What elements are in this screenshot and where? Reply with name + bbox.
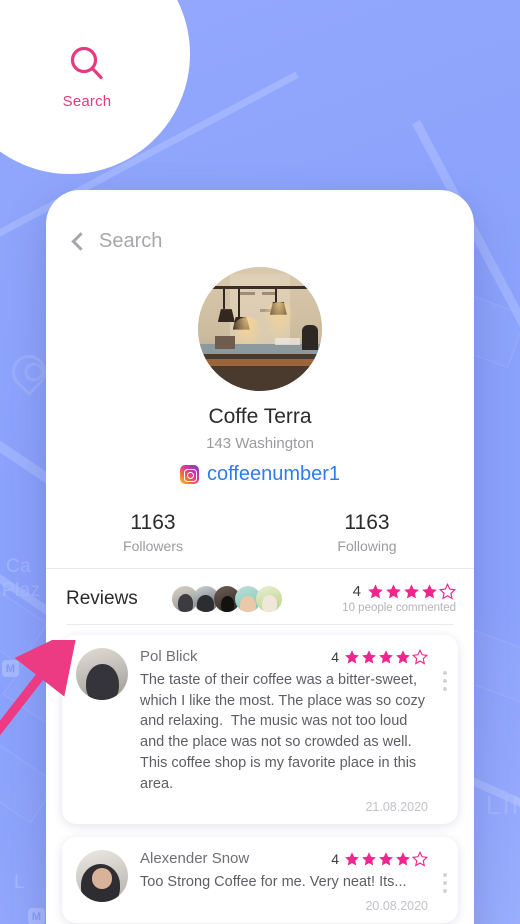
commented-count: 10 people commented: [342, 602, 456, 614]
review-stars: [344, 648, 428, 665]
search-icon: [67, 44, 107, 84]
review-text: The taste of their coffee was a bitter-s…: [140, 672, 430, 792]
followers-count: 1163: [130, 511, 176, 534]
map-label-1: Plaz: [2, 580, 41, 601]
review-rating-value: 4: [331, 850, 339, 867]
more-vertical-icon[interactable]: [443, 671, 447, 691]
review-rating: 4: [331, 850, 428, 867]
metro-marker: M: [28, 908, 45, 924]
arrow-up-right-icon: [0, 627, 79, 755]
reviewer-avatar: [76, 648, 128, 700]
following-label: Following: [337, 538, 397, 554]
review-rating-value: 4: [331, 648, 339, 665]
reviewer-name: Alexender Snow: [140, 850, 250, 868]
instagram-icon: [179, 465, 199, 484]
instagram-handle: coffeenumber1: [206, 463, 341, 485]
screen-root: Ca Plaz L LIN M M Search: [0, 0, 520, 924]
reviewer-avatar: [76, 850, 128, 903]
reviewer-name: Pol Blick: [140, 648, 198, 665]
stats-row: 1163 Followers 1163 Following: [46, 511, 474, 554]
facepile-avatar: [253, 583, 284, 614]
rating-value: 4: [352, 583, 361, 600]
profile-section: Coffe Terra 143 Washington coffeenumber1…: [46, 253, 474, 554]
review-stars: [344, 850, 428, 867]
review-card[interactable]: Alexender Snow 4 Too Strong Coffee for m…: [62, 837, 458, 924]
review-list: Pol Blick 4 The taste of their coffee wa…: [46, 625, 474, 924]
instagram-link[interactable]: coffeenumber1: [179, 463, 341, 486]
more-vertical-icon[interactable]: [443, 873, 447, 894]
reviewer-facepile[interactable]: [169, 583, 284, 614]
followers-label: Followers: [123, 538, 183, 554]
review-card[interactable]: Pol Blick 4 The taste of their coffee wa…: [62, 635, 458, 825]
search-bubble-label: Search: [62, 93, 112, 110]
nav-title: Search: [99, 230, 163, 252]
back-navigation[interactable]: Search: [46, 190, 474, 253]
phone-frame: Search Coffe Terra 143 Washington coffee…: [46, 190, 474, 924]
overall-rating: 4 10 people commented: [342, 583, 456, 614]
chevron-left-icon: [71, 232, 90, 251]
profile-avatar: [198, 267, 322, 391]
stat-followers[interactable]: 1163 Followers: [46, 511, 260, 554]
stat-following[interactable]: 1163 Following: [260, 511, 474, 554]
map-label-0: Ca: [6, 556, 32, 577]
review-text: Too Strong Coffee for me. Very neat! Its…: [140, 874, 407, 891]
reviews-title: Reviews: [66, 587, 138, 609]
page-title: Coffe Terra: [208, 405, 312, 428]
search-bubble[interactable]: Search: [0, 0, 190, 174]
reviews-header: Reviews 4 10 people commented: [46, 569, 474, 624]
following-count: 1163: [344, 511, 390, 534]
map-label-3: LIN: [486, 790, 520, 820]
profile-address: 143 Washington: [206, 435, 314, 452]
map-label-2: L: [14, 872, 25, 893]
rating-stars: [367, 583, 456, 600]
review-date: 21.08.2020: [365, 800, 428, 815]
review-date: 20.08.2020: [365, 899, 428, 914]
review-rating: 4: [331, 648, 428, 665]
